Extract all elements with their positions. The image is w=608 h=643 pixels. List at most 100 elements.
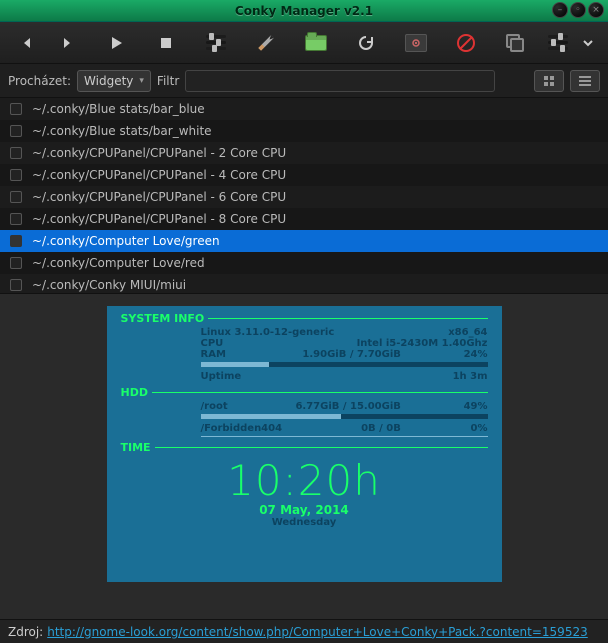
section-system: SYSTEM INFO: [121, 312, 488, 325]
checkbox[interactable]: [10, 169, 22, 181]
kill-button[interactable]: [448, 27, 484, 59]
list-view-button[interactable]: [570, 70, 600, 92]
filter-input[interactable]: [185, 70, 495, 92]
pencil-icon: [258, 35, 274, 51]
clock-date: 07 May, 2014: [121, 503, 488, 517]
maximize-button[interactable]: ◦: [570, 2, 586, 18]
ram-label: RAM: [201, 349, 226, 360]
checkbox[interactable]: [10, 103, 22, 115]
ram-used: 1.90GiB / 7.70GiB: [302, 349, 400, 360]
f404-bar: [201, 436, 488, 437]
list-item[interactable]: ~/.conky/Computer Love/red: [0, 252, 608, 274]
section-time: TIME: [121, 441, 488, 454]
folder-icon: [305, 35, 327, 51]
list-item[interactable]: ~/.conky/Computer Love/green: [0, 230, 608, 252]
list-item-label: ~/.conky/CPUPanel/CPUPanel - 8 Core CPU: [32, 212, 286, 226]
list-item-label: ~/.conky/Blue stats/bar_white: [32, 124, 212, 138]
browse-combo-value: Widgety: [84, 74, 133, 88]
edit-button[interactable]: [248, 27, 284, 59]
sliders-icon: [206, 35, 226, 50]
checkbox[interactable]: [10, 125, 22, 137]
import-button[interactable]: [498, 27, 534, 59]
forward-button[interactable]: [48, 27, 84, 59]
status-bar: Zdroj: http://gnome-look.org/content/sho…: [0, 619, 608, 643]
list-item-label: ~/.conky/Computer Love/red: [32, 256, 205, 270]
f404-pct: 0%: [471, 423, 488, 434]
uptime-label: Uptime: [201, 371, 242, 382]
filter-bar: Procházet: Widgety ▾ Filtr: [0, 64, 608, 98]
cpu-model: Intel i5-2430M 1.40Ghz: [357, 338, 488, 349]
list-item-label: ~/.conky/CPUPanel/CPUPanel - 6 Core CPU: [32, 190, 286, 204]
gear-chip-icon: [405, 34, 427, 52]
list-item[interactable]: ~/.conky/Blue stats/bar_blue: [0, 98, 608, 120]
panel-settings-button[interactable]: [198, 27, 234, 59]
ram-pct: 24%: [464, 349, 488, 360]
no-entry-icon: [457, 34, 475, 52]
close-button[interactable]: ×: [588, 2, 604, 18]
refresh-button[interactable]: [348, 27, 384, 59]
system-settings-button[interactable]: [398, 27, 434, 59]
root-pct: 49%: [464, 401, 488, 412]
chevron-down-icon: [582, 37, 594, 49]
arrow-left-icon: [20, 35, 36, 51]
checkbox[interactable]: [10, 279, 22, 291]
list-item-label: ~/.conky/Blue stats/bar_blue: [32, 102, 205, 116]
clock-dow: Wednesday: [121, 517, 488, 528]
list-item-label: ~/.conky/Conky MIUI/miui: [32, 278, 186, 292]
preview-pane: SYSTEM INFO Linux 3.11.0-12-generic x86_6…: [0, 294, 608, 594]
checkbox[interactable]: [10, 235, 22, 247]
titlebar: Conky Manager v2.1 – ◦ ×: [0, 0, 608, 22]
conky-preview: SYSTEM INFO Linux 3.11.0-12-generic x86_6…: [107, 306, 502, 582]
kernel-value: Linux 3.11.0-12-generic: [201, 327, 335, 338]
menu-button[interactable]: [578, 27, 598, 59]
root-label: /root: [201, 401, 228, 412]
list-item[interactable]: ~/.conky/Blue stats/bar_white: [0, 120, 608, 142]
play-button[interactable]: [98, 27, 134, 59]
f404-used: 0B / 0B: [361, 423, 401, 434]
browse-combo[interactable]: Widgety ▾: [77, 70, 151, 92]
source-link[interactable]: http://gnome-look.org/content/show.php/C…: [47, 625, 588, 639]
ram-bar: [201, 362, 488, 367]
chevron-down-icon: ▾: [139, 76, 144, 86]
minimize-button[interactable]: –: [552, 2, 568, 18]
checkbox[interactable]: [10, 147, 22, 159]
uptime-value: 1h 3m: [453, 371, 488, 382]
back-button[interactable]: [10, 27, 46, 59]
f404-label: /Forbidden404: [201, 423, 283, 434]
refresh-icon: [357, 34, 375, 52]
checkbox[interactable]: [10, 257, 22, 269]
source-label: Zdroj:: [8, 625, 43, 639]
sliders-icon: [548, 35, 568, 50]
grid-view-button[interactable]: [534, 70, 564, 92]
list-item[interactable]: ~/.conky/CPUPanel/CPUPanel - 4 Core CPU: [0, 164, 608, 186]
stop-button[interactable]: [148, 27, 184, 59]
grid-icon: [544, 76, 554, 86]
section-hdd: HDD: [121, 386, 488, 399]
root-used: 6.77GiB / 15.00GiB: [295, 401, 400, 412]
list-item-label: ~/.conky/CPUPanel/CPUPanel - 2 Core CPU: [32, 146, 286, 160]
list-item[interactable]: ~/.conky/CPUPanel/CPUPanel - 8 Core CPU: [0, 208, 608, 230]
open-folder-button[interactable]: [298, 27, 334, 59]
cpu-label: CPU: [201, 338, 224, 349]
preferences-button[interactable]: [540, 27, 576, 59]
arch-value: x86_64: [448, 327, 487, 338]
clock: 10:20h 07 May, 2014 Wednesday: [121, 456, 488, 528]
list-item[interactable]: ~/.conky/CPUPanel/CPUPanel - 2 Core CPU: [0, 142, 608, 164]
filter-label: Filtr: [157, 74, 179, 88]
window-title: Conky Manager v2.1: [0, 4, 608, 18]
browse-label: Procházet:: [8, 74, 71, 88]
play-icon: [108, 35, 124, 51]
list-item-label: ~/.conky/Computer Love/green: [32, 234, 220, 248]
toolbar: [0, 22, 608, 64]
list-item[interactable]: ~/.conky/CPUPanel/CPUPanel - 6 Core CPU: [0, 186, 608, 208]
arrow-right-icon: [58, 35, 74, 51]
clock-time: 10:20h: [121, 456, 488, 505]
widget-list[interactable]: ~/.conky/Blue stats/bar_blue ~/.conky/Blu…: [0, 98, 608, 294]
list-item-label: ~/.conky/CPUPanel/CPUPanel - 4 Core CPU: [32, 168, 286, 182]
list-icon: [579, 76, 591, 86]
list-item[interactable]: ~/.conky/Conky MIUI/miui: [0, 274, 608, 294]
checkbox[interactable]: [10, 213, 22, 225]
stop-icon: [159, 36, 173, 50]
checkbox[interactable]: [10, 191, 22, 203]
window-controls: – ◦ ×: [552, 2, 604, 18]
